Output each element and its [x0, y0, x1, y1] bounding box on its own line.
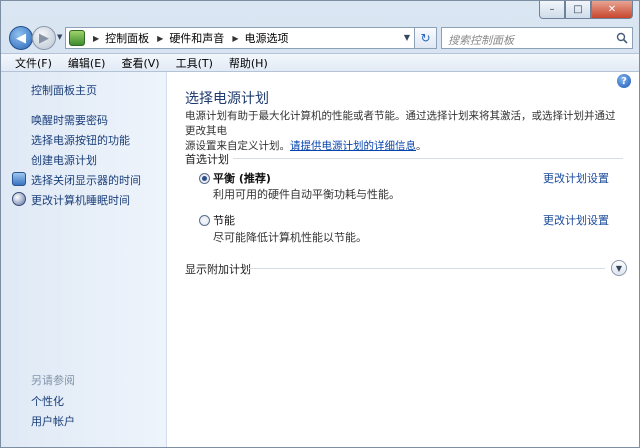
maximize-button[interactable]: □	[565, 1, 591, 19]
search-icon[interactable]	[616, 32, 628, 44]
refresh-button[interactable]: ↻	[415, 27, 437, 49]
page-description: 电源计划有助于最大化计算机的性能或者节能。通过选择计划来将其激活，或选择计划并通…	[185, 109, 625, 154]
additional-plans-heading[interactable]: 显示附加计划	[185, 261, 251, 277]
search-placeholder: 搜索控制面板	[448, 34, 514, 47]
control-panel-window: – □ ✕ ◀ ▶ ▼ ▶ 控制面板 ▶ 硬件和声音 ▶ 电源选项 ▼ ↻ 搜索…	[0, 0, 640, 448]
menu-view[interactable]: 查看(V)	[113, 55, 167, 71]
title-bar: – □ ✕	[1, 1, 639, 23]
page-title: 选择电源计划	[185, 91, 269, 107]
change-plan-settings-balanced[interactable]: 更改计划设置	[543, 170, 609, 186]
sidebar-link-wake-password[interactable]: 唤醒时需要密码	[31, 112, 108, 128]
sidebar-link-display-off[interactable]: 选择关闭显示器的时间	[31, 172, 141, 188]
back-button[interactable]: ◀	[9, 26, 33, 50]
description-line-1: 电源计划有助于最大化计算机的性能或者节能。通过选择计划来将其激活，或选择计划并通…	[185, 110, 616, 137]
breadcrumb-arrow-icon[interactable]: ▶	[157, 34, 163, 43]
breadcrumb-control-panel[interactable]: 控制面板	[105, 30, 149, 46]
menu-edit[interactable]: 编辑(E)	[60, 55, 114, 71]
sleep-moon-icon	[12, 192, 26, 206]
section-divider	[233, 158, 623, 159]
control-panel-icon	[69, 30, 85, 46]
minimize-button[interactable]: –	[539, 1, 565, 19]
content-area: 控制面板主页 唤醒时需要密码 选择电源按钮的功能 创建电源计划 选择关闭显示器的…	[1, 72, 639, 447]
sidebar-link-personalization[interactable]: 个性化	[31, 393, 64, 409]
breadcrumb-arrow-icon[interactable]: ▶	[93, 34, 99, 43]
close-button[interactable]: ✕	[591, 1, 633, 19]
plan-desc-power-saver: 尽可能降低计算机性能以节能。	[213, 231, 367, 244]
menu-file[interactable]: 文件(F)	[7, 55, 60, 71]
help-icon[interactable]: ?	[617, 74, 631, 88]
main-panel: ? 选择电源计划 电源计划有助于最大化计算机的性能或者节能。通过选择计划来将其激…	[167, 72, 639, 447]
radio-power-saver[interactable]	[199, 215, 210, 226]
description-line-2: 源设置来自定义计划。请提供电源计划的详细信息。	[185, 139, 625, 154]
window-controls: – □ ✕	[539, 1, 633, 19]
monitor-icon	[12, 172, 26, 186]
sidebar-link-create-plan[interactable]: 创建电源计划	[31, 152, 97, 168]
see-also-heading: 另请参阅	[31, 374, 75, 387]
menu-bar: 文件(F) 编辑(E) 查看(V) 工具(T) 帮助(H)	[1, 53, 639, 72]
forward-button[interactable]: ▶	[32, 26, 56, 50]
expand-chevron-icon[interactable]: ▼	[611, 260, 627, 276]
breadcrumb-arrow-icon[interactable]: ▶	[232, 34, 238, 43]
sidebar-link-sleep-time[interactable]: 更改计算机睡眠时间	[31, 192, 130, 208]
change-plan-settings-power-saver[interactable]: 更改计划设置	[543, 212, 609, 228]
sidebar: 控制面板主页 唤醒时需要密码 选择电源按钮的功能 创建电源计划 选择关闭显示器的…	[1, 72, 167, 447]
sidebar-link-power-buttons[interactable]: 选择电源按钮的功能	[31, 132, 130, 148]
preferred-plans-heading: 首选计划	[185, 153, 229, 166]
plan-desc-balanced: 利用可用的硬件自动平衡功耗与性能。	[213, 188, 400, 201]
menu-tools[interactable]: 工具(T)	[168, 55, 221, 71]
search-input[interactable]: 搜索控制面板	[441, 27, 633, 49]
history-dropdown-icon[interactable]: ▼	[57, 33, 62, 41]
sidebar-home-link[interactable]: 控制面板主页	[31, 82, 97, 98]
navigation-bar: ◀ ▶ ▼ ▶ 控制面板 ▶ 硬件和声音 ▶ 电源选项 ▼ ↻ 搜索控制面板	[1, 23, 639, 53]
breadcrumb-power-options[interactable]: 电源选项	[244, 30, 288, 46]
section-divider	[249, 268, 605, 269]
plan-details-link[interactable]: 请提供电源计划的详细信息	[290, 140, 416, 152]
breadcrumb-hardware-sound[interactable]: 硬件和声音	[169, 30, 224, 46]
plan-name-balanced[interactable]: 平衡 (推荐)	[213, 170, 271, 186]
description-period: 。	[416, 140, 427, 152]
menu-help[interactable]: 帮助(H)	[221, 55, 276, 71]
radio-balanced[interactable]	[199, 173, 210, 184]
address-dropdown-icon[interactable]: ▼	[404, 33, 410, 42]
address-bar[interactable]: ▶ 控制面板 ▶ 硬件和声音 ▶ 电源选项 ▼	[65, 27, 415, 49]
plan-name-power-saver[interactable]: 节能	[213, 212, 235, 228]
sidebar-link-user-accounts[interactable]: 用户帐户	[31, 413, 75, 429]
